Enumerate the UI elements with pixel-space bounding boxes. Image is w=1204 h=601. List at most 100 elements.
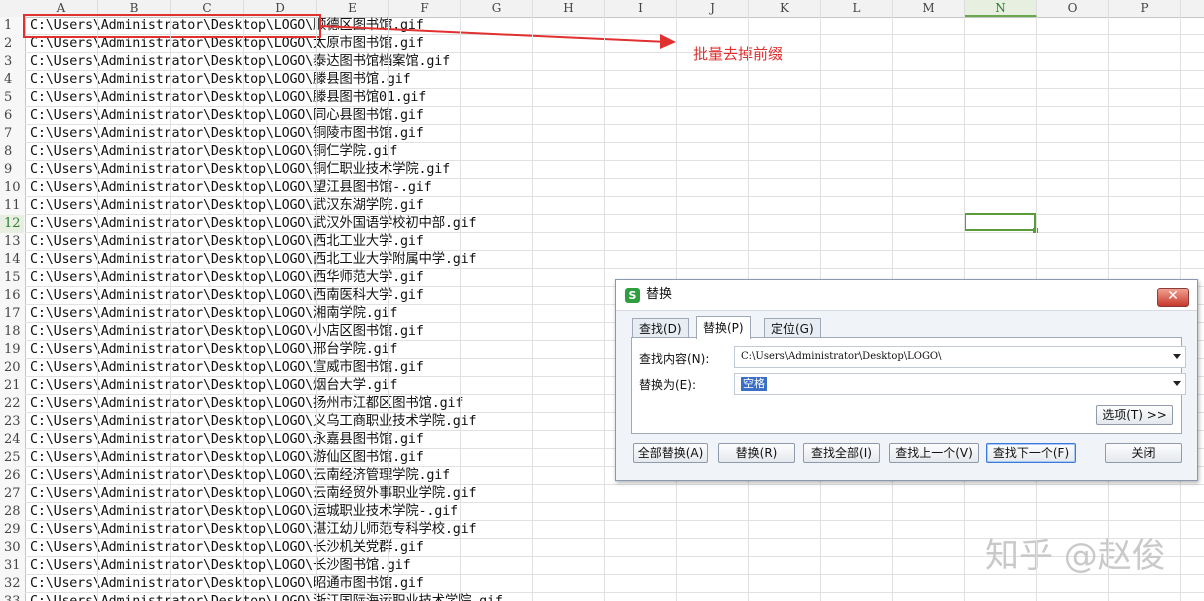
row-header-16[interactable]: 16	[0, 287, 24, 305]
annotation-label: 批量去掉前缀	[693, 45, 784, 63]
row-header-24[interactable]: 24	[0, 431, 24, 449]
cell-a-26[interactable]: C:\Users\Administrator\Desktop\LOGO\云南经济…	[30, 467, 450, 485]
column-header-p[interactable]: P	[1109, 0, 1181, 17]
cell-a-18[interactable]: C:\Users\Administrator\Desktop\LOGO\小店区图…	[30, 323, 424, 341]
column-header-m[interactable]: M	[893, 0, 965, 17]
cell-a-6[interactable]: C:\Users\Administrator\Desktop\LOGO\同心县图…	[30, 107, 424, 125]
row-header-13[interactable]: 13	[0, 233, 24, 251]
column-header-n[interactable]: N	[965, 0, 1037, 17]
cell-a-21[interactable]: C:\Users\Administrator\Desktop\LOGO\烟台大学…	[30, 377, 397, 395]
cell-a-22[interactable]: C:\Users\Administrator\Desktop\LOGO\扬州市江…	[30, 395, 463, 413]
cell-a-20[interactable]: C:\Users\Administrator\Desktop\LOGO\宣威市图…	[30, 359, 424, 377]
column-header-l[interactable]: L	[821, 0, 893, 17]
close-icon[interactable]: ✕	[1157, 288, 1189, 307]
cell-a-9[interactable]: C:\Users\Administrator\Desktop\LOGO\铜仁职业…	[30, 161, 450, 179]
options-button[interactable]: 选项(T) >>	[1096, 405, 1173, 425]
prefix-highlight-box	[23, 14, 321, 38]
grid-line	[604, 17, 605, 601]
row-header-bar: 1 2 3 4 5 6 7 8 9 10 11 12 13 14 15 16 17 18 19 20 21 22 23 24 2…	[0, 17, 26, 601]
cell-a-13[interactable]: C:\Users\Administrator\Desktop\LOGO\西北工业…	[30, 233, 424, 251]
cell-a-32[interactable]: C:\Users\Administrator\Desktop\LOGO\昭通市图…	[30, 575, 424, 593]
column-header-f[interactable]: F	[389, 0, 461, 17]
row-header-11[interactable]: 11	[0, 197, 24, 215]
row-header-8[interactable]: 8	[0, 143, 24, 161]
cell-a-17[interactable]: C:\Users\Administrator\Desktop\LOGO\湘南学院…	[30, 305, 397, 323]
replace-label: 替换为(E):	[639, 378, 696, 392]
row-header-18[interactable]: 18	[0, 323, 24, 341]
row-header-9[interactable]: 9	[0, 161, 24, 179]
row-header-31[interactable]: 31	[0, 557, 24, 575]
row-header-32[interactable]: 32	[0, 575, 24, 593]
row-header-28[interactable]: 28	[0, 503, 24, 521]
row-header-3[interactable]: 3	[0, 53, 24, 71]
grid-line	[316, 17, 317, 601]
row-header-1[interactable]: 1	[0, 17, 24, 35]
row-header-15[interactable]: 15	[0, 269, 24, 287]
row-header-27[interactable]: 27	[0, 485, 24, 503]
find-all-button[interactable]: 查找全部(I)	[803, 443, 880, 463]
row-header-2[interactable]: 2	[0, 35, 24, 53]
row-header-19[interactable]: 19	[0, 341, 24, 359]
dialog-titlebar[interactable]: S 替换 ✕	[616, 280, 1197, 311]
column-header-g[interactable]: G	[461, 0, 533, 17]
column-header-o[interactable]: O	[1037, 0, 1109, 17]
cell-a-4[interactable]: C:\Users\Administrator\Desktop\LOGO\滕县图书…	[30, 71, 411, 89]
cell-a-15[interactable]: C:\Users\Administrator\Desktop\LOGO\西华师范…	[30, 269, 424, 287]
find-prev-button[interactable]: 查找上一个(V)	[889, 443, 979, 463]
selected-cell-N12[interactable]	[964, 213, 1038, 233]
cell-a-19[interactable]: C:\Users\Administrator\Desktop\LOGO\邢台学院…	[30, 341, 397, 359]
row-header-14[interactable]: 14	[0, 251, 24, 269]
replace-all-button[interactable]: 全部替换(A)	[633, 443, 708, 463]
grid-line	[97, 17, 98, 601]
cell-a-5[interactable]: C:\Users\Administrator\Desktop\LOGO\滕县图书…	[30, 89, 426, 107]
row-header-10[interactable]: 10	[0, 179, 24, 197]
replace-value: 空格	[741, 377, 767, 391]
cell-a-11[interactable]: C:\Users\Administrator\Desktop\LOGO\武汉东湖…	[30, 197, 424, 215]
row-header-33[interactable]: 33	[0, 593, 24, 601]
row-header-26[interactable]: 26	[0, 467, 24, 485]
find-next-button[interactable]: 查找下一个(F)	[986, 443, 1076, 463]
column-header-k[interactable]: K	[749, 0, 821, 17]
cell-a-24[interactable]: C:\Users\Administrator\Desktop\LOGO\永嘉县图…	[30, 431, 424, 449]
column-header-h[interactable]: H	[533, 0, 605, 17]
tab-replace[interactable]: 替换(P)	[696, 316, 751, 339]
cell-a-10[interactable]: C:\Users\Administrator\Desktop\LOGO\望江县图…	[30, 179, 432, 197]
cell-a-25[interactable]: C:\Users\Administrator\Desktop\LOGO\游仙区图…	[30, 449, 424, 467]
replace-button[interactable]: 替换(R)	[718, 443, 795, 463]
row-header-25[interactable]: 25	[0, 449, 24, 467]
cell-a-3[interactable]: C:\Users\Administrator\Desktop\LOGO\泰达图书…	[30, 53, 450, 71]
tab-goto[interactable]: 定位(G)	[764, 318, 821, 338]
row-header-6[interactable]: 6	[0, 107, 24, 125]
column-header-e[interactable]: E	[317, 0, 389, 17]
row-header-29[interactable]: 29	[0, 521, 24, 539]
chevron-down-icon[interactable]	[1173, 381, 1181, 386]
app-logo-icon: S	[625, 288, 640, 303]
chevron-down-icon[interactable]	[1173, 354, 1181, 359]
cell-a-30[interactable]: C:\Users\Administrator\Desktop\LOGO\长沙机关…	[30, 539, 424, 557]
row-header-4[interactable]: 4	[0, 71, 24, 89]
column-header-j[interactable]: J	[677, 0, 749, 17]
tab-find[interactable]: 查找(D)	[632, 318, 689, 338]
cell-a-16[interactable]: C:\Users\Administrator\Desktop\LOGO\西南医科…	[30, 287, 424, 305]
find-input[interactable]: C:\Users\Administrator\Desktop\LOGO\	[734, 346, 1186, 368]
row-header-7[interactable]: 7	[0, 125, 24, 143]
find-value: C:\Users\Administrator\Desktop\LOGO\	[741, 351, 942, 362]
grid-line	[170, 17, 171, 601]
cell-a-33[interactable]: C:\Users\Administrator\Desktop\LOGO\浙江国际…	[30, 593, 503, 601]
row-header-17[interactable]: 17	[0, 305, 24, 323]
replace-panel: 查找内容(N): C:\Users\Administrator\Desktop\…	[631, 337, 1186, 434]
row-header-12[interactable]: 12	[0, 215, 24, 233]
row-header-30[interactable]: 30	[0, 539, 24, 557]
cell-a-8[interactable]: C:\Users\Administrator\Desktop\LOGO\铜仁学院…	[30, 143, 397, 161]
replace-input[interactable]: 空格	[734, 373, 1186, 395]
row-header-22[interactable]: 22	[0, 395, 24, 413]
row-header-5[interactable]: 5	[0, 89, 24, 107]
row-header-23[interactable]: 23	[0, 413, 24, 431]
column-header-i[interactable]: I	[605, 0, 677, 17]
row-header-20[interactable]: 20	[0, 359, 24, 377]
row-header-21[interactable]: 21	[0, 377, 24, 395]
grid-line	[243, 17, 244, 601]
dialog-close-button[interactable]: 关闭	[1105, 443, 1182, 463]
cell-a-7[interactable]: C:\Users\Administrator\Desktop\LOGO\铜陵市图…	[30, 125, 424, 143]
cell-a-31[interactable]: C:\Users\Administrator\Desktop\LOGO\长沙图书…	[30, 557, 411, 575]
